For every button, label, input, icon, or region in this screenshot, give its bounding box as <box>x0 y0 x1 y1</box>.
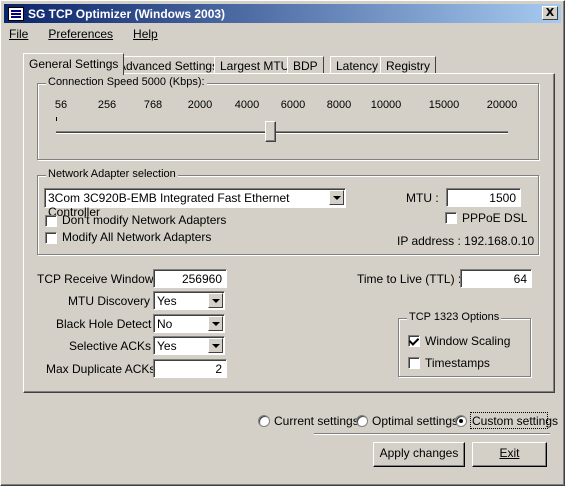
menu-preferences-label: Preferences <box>48 27 114 41</box>
exit-label: Exit <box>499 446 520 460</box>
tab-largest-mtu-label: Largest MTU <box>220 59 290 73</box>
tab-advanced-settings[interactable]: Advanced Settings <box>112 56 225 74</box>
tab-advanced-settings-label: Advanced Settings <box>118 59 219 73</box>
connection-speed-group: Connection Speed 5000 (Kbps): <box>37 76 539 160</box>
separator <box>314 433 550 435</box>
menu-file-label: File <box>9 27 29 41</box>
menu-help-label: Help <box>133 27 158 41</box>
tab-bdp-label: BDP <box>293 59 318 73</box>
mtu-field[interactable]: 1500 <box>446 188 521 207</box>
mtu-discovery-value: Yes <box>157 294 177 308</box>
chevron-down-icon[interactable] <box>208 338 223 353</box>
current-settings-label: Current settings <box>274 414 359 428</box>
dont-modify-adapters-label: Don't modify Network Adapters <box>62 213 227 227</box>
tab-latency[interactable]: Latency <box>330 56 385 74</box>
selective-acks-label: Selective ACKs : <box>69 339 158 353</box>
modify-all-adapters-checkbox[interactable] <box>45 232 57 244</box>
tab-general-settings[interactable]: General Settings <box>23 53 125 75</box>
timestamps-checkbox[interactable] <box>408 357 420 369</box>
timestamps-label: Timestamps <box>425 356 490 370</box>
tab-bdp[interactable]: BDP <box>287 56 324 74</box>
window-title: SG TCP Optimizer (Windows 2003) <box>28 6 226 21</box>
tab-registry[interactable]: Registry <box>380 56 437 74</box>
pppoe-dsl-checkbox[interactable] <box>445 212 457 224</box>
connection-speed-legend: Connection Speed 5000 (Kbps): <box>46 76 207 88</box>
ttl-field[interactable]: 64 <box>460 269 532 288</box>
speed-tick: 6000 <box>280 99 306 111</box>
custom-settings-label: Custom settings <box>472 414 559 428</box>
speed-tick: 4000 <box>234 99 260 111</box>
speed-tick: 256 <box>97 99 117 111</box>
speed-tick: 10000 <box>370 99 402 111</box>
close-icon: X <box>545 6 555 19</box>
tab-largest-mtu[interactable]: Largest MTU <box>214 56 296 74</box>
speed-tick: 56 <box>54 99 68 111</box>
speed-tick: 768 <box>143 99 163 111</box>
tcp-receive-window-label: TCP Receive Window : <box>37 272 161 286</box>
modify-all-adapters-label: Modify All Network Adapters <box>62 230 212 244</box>
speed-tick: 15000 <box>428 99 460 111</box>
mtu-label: MTU : <box>406 191 439 205</box>
chevron-down-icon[interactable] <box>208 316 223 331</box>
selective-acks-value: Yes <box>157 339 177 353</box>
optimal-settings-label: Optimal settings <box>372 414 459 428</box>
menu-preferences[interactable]: Preferences <box>48 27 123 44</box>
app-icon <box>8 6 24 21</box>
selective-acks-select[interactable]: Yes <box>153 336 225 355</box>
exit-button[interactable]: Exit <box>472 442 547 467</box>
apply-changes-button[interactable]: Apply changes <box>373 442 465 467</box>
max-duplicate-acks-label: Max Duplicate ACKs : <box>46 362 163 376</box>
dont-modify-adapters-checkbox[interactable] <box>45 215 57 227</box>
slider-tick-mark <box>56 117 57 121</box>
custom-settings-radio[interactable] <box>455 415 467 427</box>
app-window: SG TCP Optimizer (Windows 2003) X File P… <box>0 0 565 486</box>
pppoe-dsl-label: PPPoE DSL <box>462 211 528 225</box>
black-hole-detect-label: Black Hole Detect : <box>56 317 159 331</box>
chevron-down-icon[interactable] <box>208 293 223 308</box>
tcp-1323-options-legend: TCP 1323 Options <box>407 311 502 323</box>
speed-tick: 8000 <box>326 99 352 111</box>
speed-tick: 2000 <box>187 99 213 111</box>
chevron-down-icon[interactable] <box>329 190 344 205</box>
apply-changes-label: Apply changes <box>379 446 459 460</box>
current-settings-radio[interactable] <box>258 415 270 427</box>
tab-latency-label: Latency <box>336 59 379 73</box>
mtu-discovery-label: MTU Discovery : <box>68 294 157 308</box>
menu-file[interactable]: File <box>9 27 38 44</box>
tab-registry-label: Registry <box>386 59 431 73</box>
black-hole-detect-select[interactable]: No <box>153 314 225 333</box>
window-scaling-checkbox[interactable] <box>408 335 420 347</box>
tab-general-settings-label: General Settings <box>29 57 119 71</box>
optimal-settings-radio[interactable] <box>356 415 368 427</box>
black-hole-detect-value: No <box>157 317 173 331</box>
speed-tick: 20000 <box>486 99 518 111</box>
ip-address-text: IP address : 192.168.0.10 <box>397 234 535 248</box>
ttl-label: Time to Live (TTL) : <box>357 272 462 286</box>
tcp-receive-window-field[interactable]: 256960 <box>153 269 227 288</box>
close-button[interactable]: X <box>542 6 558 20</box>
connection-speed-slider-thumb[interactable] <box>265 121 276 142</box>
connection-speed-slider-track[interactable] <box>56 131 508 134</box>
menu-help[interactable]: Help <box>133 27 168 44</box>
window-scaling-label: Window Scaling <box>425 334 511 348</box>
max-duplicate-acks-field[interactable]: 2 <box>153 359 227 378</box>
mtu-discovery-select[interactable]: Yes <box>153 291 225 310</box>
title-bar: SG TCP Optimizer (Windows 2003) <box>4 4 561 23</box>
menu-bar: File Preferences Help <box>9 27 178 44</box>
network-adapter-legend: Network Adapter selection <box>46 168 178 180</box>
adapter-select[interactable]: 3Com 3C920B-EMB Integrated Fast Ethernet… <box>44 188 346 219</box>
